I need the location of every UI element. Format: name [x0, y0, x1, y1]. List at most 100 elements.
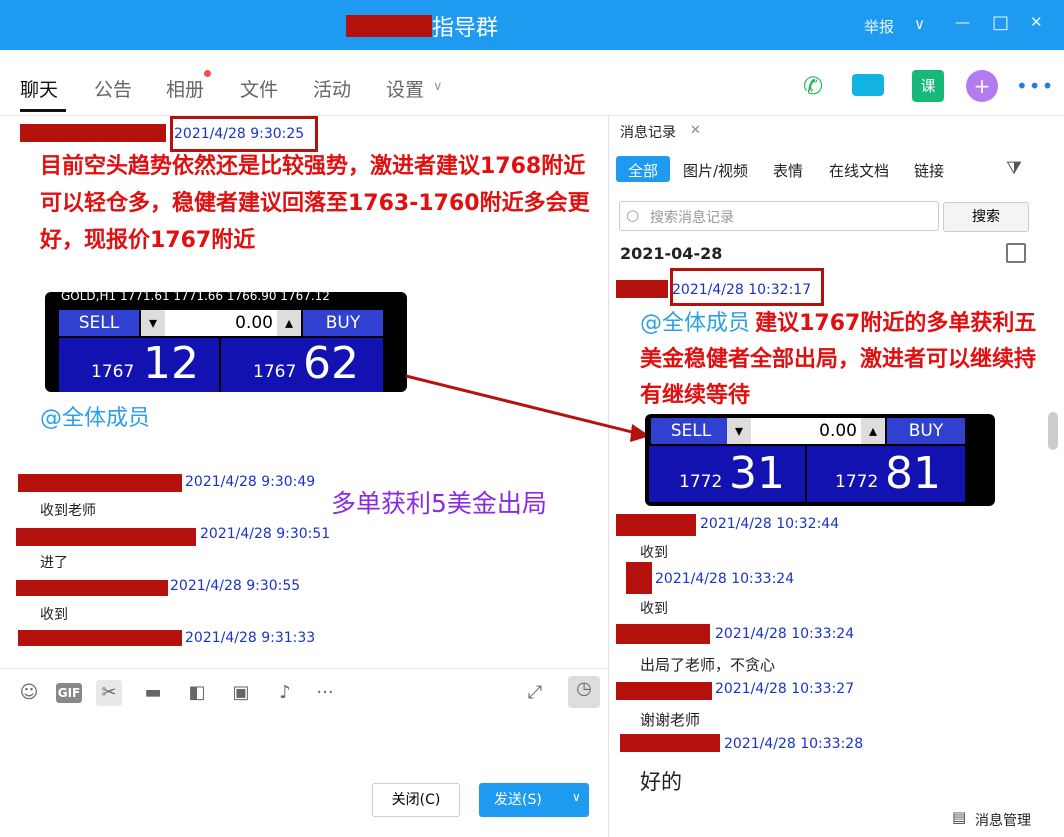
- scissors-icon[interactable]: ✂: [96, 680, 122, 706]
- redacted-group-name: [346, 15, 432, 37]
- tab-album[interactable]: 相册: [166, 75, 204, 102]
- maximize-icon[interactable]: □: [992, 12, 1009, 33]
- message-manage-icon[interactable]: ▤: [952, 808, 966, 826]
- message-text: 出局了老师，不贪心: [640, 656, 776, 674]
- tab-notice[interactable]: 公告: [94, 75, 132, 102]
- filter-emoji[interactable]: 表情: [773, 160, 803, 181]
- message-text: 目前空头趋势依然还是比较强势，激进者建议1768附近可以轻仓多，稳健者建议回落至…: [40, 154, 590, 253]
- message-time: 2021/4/28 9:30:51: [200, 526, 331, 542]
- report-button[interactable]: 举报: [864, 16, 894, 37]
- lesson-icon[interactable]: 课: [912, 70, 944, 102]
- message-text: 进了: [40, 555, 68, 571]
- tab-activity[interactable]: 活动: [313, 75, 351, 102]
- sell-price-small: 1772: [679, 472, 723, 492]
- chevron-down-icon[interactable]: ∨: [433, 79, 443, 94]
- search-placeholder: 搜索消息记录: [650, 210, 734, 226]
- history-tab[interactable]: 消息记录: [620, 122, 676, 142]
- mention-all[interactable]: @全体成员: [640, 311, 750, 336]
- message-time: 2021/4/28 10:33:28: [724, 736, 864, 752]
- symbol-label: GOLD,H1: [61, 289, 117, 303]
- mention-all[interactable]: @全体成员: [40, 400, 150, 432]
- up-arrow-icon[interactable]: ▴: [277, 310, 301, 336]
- title-bar: [0, 0, 1064, 50]
- buy-button[interactable]: BUY: [303, 310, 383, 336]
- lot-input[interactable]: 0.00: [751, 418, 861, 444]
- redacted-sender: [20, 124, 166, 142]
- trade-panel: GOLD,H1 1771.61 1771.66 1766.90 1767.12 …: [45, 289, 407, 392]
- folder-icon[interactable]: ▬: [140, 680, 166, 706]
- expand-icon[interactable]: ⤢: [522, 680, 548, 706]
- bell-icon[interactable]: ♪: [272, 680, 298, 706]
- minimize-icon[interactable]: —: [955, 13, 970, 31]
- buy-button[interactable]: BUY: [887, 418, 965, 444]
- sell-button[interactable]: SELL: [59, 310, 139, 336]
- tab-bar: [0, 50, 1064, 116]
- arrow-annotation: [405, 374, 650, 442]
- send-options-icon[interactable]: ∨: [572, 790, 581, 804]
- buy-price-big: 81: [885, 448, 941, 499]
- buy-price-big: 62: [303, 338, 359, 389]
- tab-files[interactable]: 文件: [240, 75, 278, 102]
- filter-media[interactable]: 图片/视频: [683, 160, 748, 181]
- message-time: 2021/4/28 10:32:44: [700, 516, 840, 532]
- redacted-sender: [16, 580, 168, 596]
- add-icon[interactable]: +: [966, 70, 998, 102]
- tab-settings[interactable]: 设置: [386, 75, 424, 102]
- new-dot: [204, 70, 211, 77]
- phone-icon[interactable]: ✆: [797, 70, 829, 102]
- filter-links[interactable]: 链接: [914, 160, 944, 181]
- overlay-annotation: 多单获利5美金出局: [331, 489, 547, 518]
- redacted-sender: [626, 562, 652, 594]
- history-date: 2021-04-28: [620, 244, 723, 263]
- more-tools-icon[interactable]: ···: [312, 680, 338, 706]
- search-icon: ○: [626, 206, 640, 224]
- message-text: 收到老师: [40, 503, 96, 519]
- filter-docs[interactable]: 在线文档: [829, 160, 889, 181]
- message-time: 2021/4/28 10:33:24: [655, 571, 795, 587]
- redacted-sender: [616, 624, 710, 644]
- sell-button[interactable]: SELL: [651, 418, 731, 444]
- screenshot-icon[interactable]: ◧: [184, 680, 210, 706]
- message-time: 2021/4/28 10:33:27: [715, 681, 855, 697]
- tab-chat[interactable]: 聊天: [20, 75, 58, 102]
- gif-icon[interactable]: GIF: [56, 683, 82, 703]
- close-icon[interactable]: ✕: [1030, 13, 1043, 31]
- search-button[interactable]: 搜索: [943, 202, 1029, 232]
- pane-divider: [608, 116, 609, 837]
- video-icon[interactable]: [852, 74, 884, 96]
- chevron-down-icon[interactable]: ∨: [914, 15, 925, 33]
- message-manage-button[interactable]: 消息管理: [975, 810, 1031, 830]
- lot-input[interactable]: 0.00: [165, 310, 277, 336]
- active-tab-underline: [20, 109, 66, 112]
- trade-panel: SELL ▾ 0.00 ▴ BUY 1772 31 1772 81: [645, 414, 995, 506]
- scrollbar[interactable]: [1048, 412, 1058, 450]
- up-arrow-icon[interactable]: ▴: [861, 418, 885, 444]
- emoji-icon[interactable]: ☺: [16, 680, 42, 706]
- close-icon[interactable]: ✕: [690, 123, 701, 138]
- message-time: 2021/4/28 9:31:33: [185, 630, 316, 646]
- redacted-sender: [18, 474, 182, 492]
- down-arrow-icon[interactable]: ▾: [727, 418, 751, 444]
- sell-price-big: 12: [143, 338, 199, 389]
- image-icon[interactable]: ▣: [228, 680, 254, 706]
- calendar-icon[interactable]: [1006, 243, 1026, 263]
- sell-price-small: 1767: [91, 362, 135, 382]
- redacted-sender: [616, 514, 696, 536]
- message-text: 谢谢老师: [640, 711, 701, 729]
- more-icon[interactable]: •••: [1016, 74, 1054, 98]
- down-arrow-icon[interactable]: ▾: [141, 310, 165, 336]
- message-time: 2021/4/28 9:30:49: [185, 474, 316, 490]
- redacted-sender: [616, 280, 668, 298]
- message-text: 收到: [40, 607, 68, 623]
- sell-price-big: 31: [729, 448, 785, 499]
- redacted-sender: [18, 630, 182, 646]
- redacted-sender: [620, 734, 720, 752]
- history-clock-icon[interactable]: ◷: [568, 676, 600, 708]
- close-button[interactable]: 关闭(C): [372, 783, 460, 817]
- filter-all[interactable]: 全部: [628, 160, 658, 181]
- filter-icon[interactable]: ⧩: [1006, 158, 1022, 179]
- buy-price-small: 1772: [835, 472, 879, 492]
- message-time: 2021/4/28 9:30:55: [170, 578, 301, 594]
- redacted-sender: [16, 528, 196, 546]
- message-time: 2021/4/28 10:32:17: [672, 282, 812, 298]
